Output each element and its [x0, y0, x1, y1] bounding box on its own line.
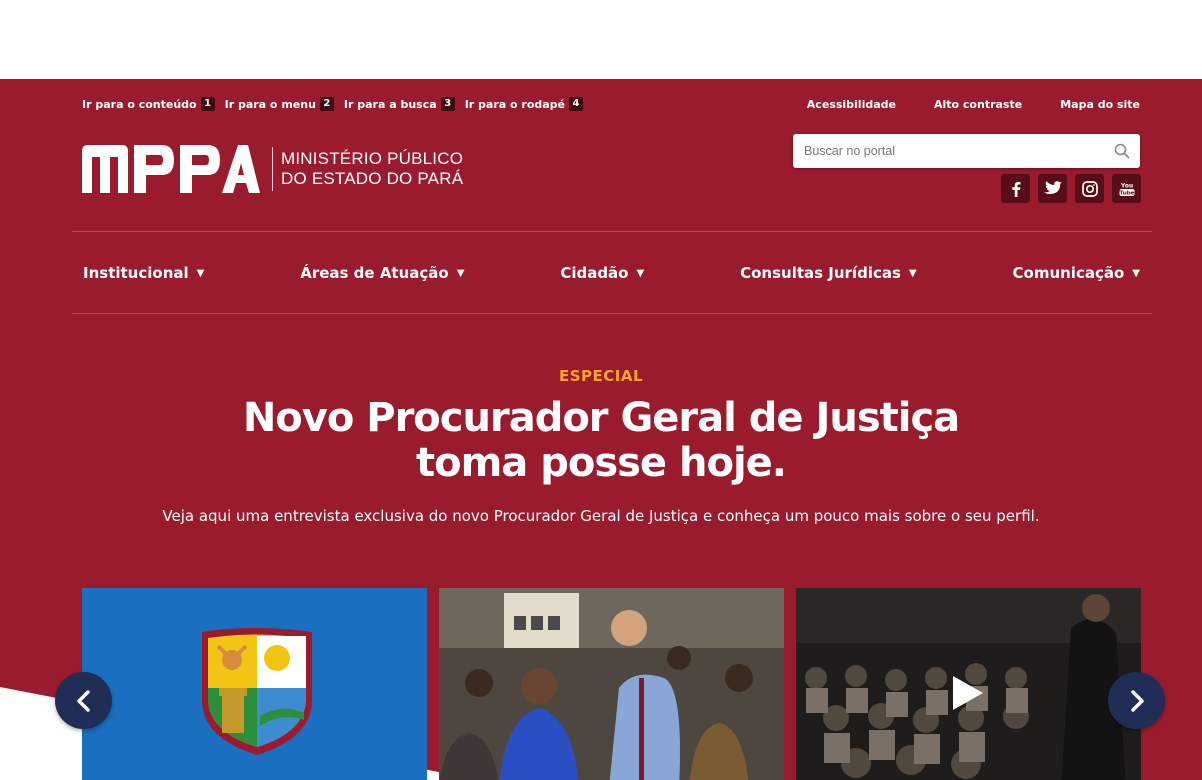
nav-divider-bottom: [72, 313, 1152, 314]
search-input[interactable]: [793, 134, 1093, 168]
twitter-link[interactable]: [1038, 174, 1067, 203]
instagram-link[interactable]: [1075, 174, 1104, 203]
shortcut-key: 4: [569, 97, 584, 111]
auditorium-photo-image: [796, 588, 1141, 780]
hero-subtitle: Veja aqui uma entrevista exclusiva do no…: [162, 507, 1040, 525]
facebook-link[interactable]: [1001, 174, 1030, 203]
youtube-icon: YouTube: [1119, 182, 1134, 196]
skip-link-search[interactable]: Ir para a busca 3: [344, 97, 455, 111]
svg-text:Tube: Tube: [1119, 190, 1134, 196]
shortcut-key: 2: [319, 97, 334, 111]
youtube-link[interactable]: You Tube: [1112, 174, 1141, 203]
sitemap-link[interactable]: Mapa do site: [1060, 98, 1140, 111]
mppa-logo-mark: [82, 145, 260, 193]
nav-item-areas-de-atuacao[interactable]: Áreas de Atuação ▼: [300, 264, 464, 282]
caret-down-icon: ▼: [196, 267, 205, 279]
search-box: [793, 134, 1140, 168]
site-logo[interactable]: MINISTÉRIO PÚBLICO DO ESTADO DO PARÁ: [82, 145, 463, 193]
carousel-prev-button[interactable]: [55, 672, 112, 729]
caret-down-icon: ▼: [1132, 267, 1140, 279]
shortcut-key: 3: [440, 97, 455, 111]
carousel-card-video[interactable]: [796, 588, 1141, 780]
nav-divider-top: [72, 231, 1152, 232]
high-contrast-link[interactable]: Alto contraste: [934, 98, 1022, 111]
chevron-right-icon: [1130, 689, 1144, 712]
nav-item-comunicacao[interactable]: Comunicação ▼: [1013, 264, 1140, 282]
institution-name: MINISTÉRIO PÚBLICO DO ESTADO DO PARÁ: [281, 149, 464, 188]
skip-links: Ir para o conteúdo 1 Ir para o menu 2 Ir p…: [82, 97, 584, 111]
search-icon[interactable]: [1114, 143, 1130, 159]
svg-text:You: You: [1119, 182, 1132, 189]
social-links: You Tube: [1001, 174, 1141, 203]
nav-item-cidadao[interactable]: Cidadão ▼: [560, 264, 644, 282]
utility-links: Acessibilidade Alto contraste Mapa do si…: [807, 98, 1140, 111]
coat-of-arms-image: [82, 588, 427, 780]
chevron-left-icon: [76, 689, 90, 712]
carousel-card-coat-of-arms[interactable]: [82, 588, 427, 780]
accessibility-link[interactable]: Acessibilidade: [807, 98, 896, 111]
facebook-icon: [1011, 181, 1020, 197]
logo-divider: [272, 147, 273, 191]
caret-down-icon: ▼: [456, 267, 465, 279]
nav-item-institucional[interactable]: Institucional ▼: [83, 264, 204, 282]
main-nav: Institucional ▼ Áreas de Atuação ▼ Cidadão…: [83, 250, 1140, 296]
header-hero-section: Ir para o conteúdo 1 Ir para o menu 2 Ir p…: [0, 79, 1202, 780]
event-photo-image: [439, 588, 784, 780]
caret-down-icon: ▼: [636, 267, 645, 279]
hero-title[interactable]: Novo Procurador Geral de Justiça toma po…: [0, 396, 1202, 486]
skip-link-footer[interactable]: Ir para o rodapé 4: [465, 97, 584, 111]
skip-link-content[interactable]: Ir para o conteúdo 1: [82, 97, 215, 111]
nav-item-consultas-juridicas[interactable]: Consultas Jurídicas ▼: [740, 264, 917, 282]
carousel-card-photo[interactable]: [439, 588, 784, 780]
caret-down-icon: ▼: [908, 267, 917, 279]
carousel-next-button[interactable]: [1108, 672, 1165, 729]
twitter-icon: [1043, 181, 1062, 194]
skip-link-menu[interactable]: Ir para o menu 2: [225, 97, 334, 111]
instagram-icon: [1081, 180, 1098, 197]
shortcut-key: 1: [200, 97, 215, 111]
hero-kicker: ESPECIAL: [558, 367, 644, 385]
